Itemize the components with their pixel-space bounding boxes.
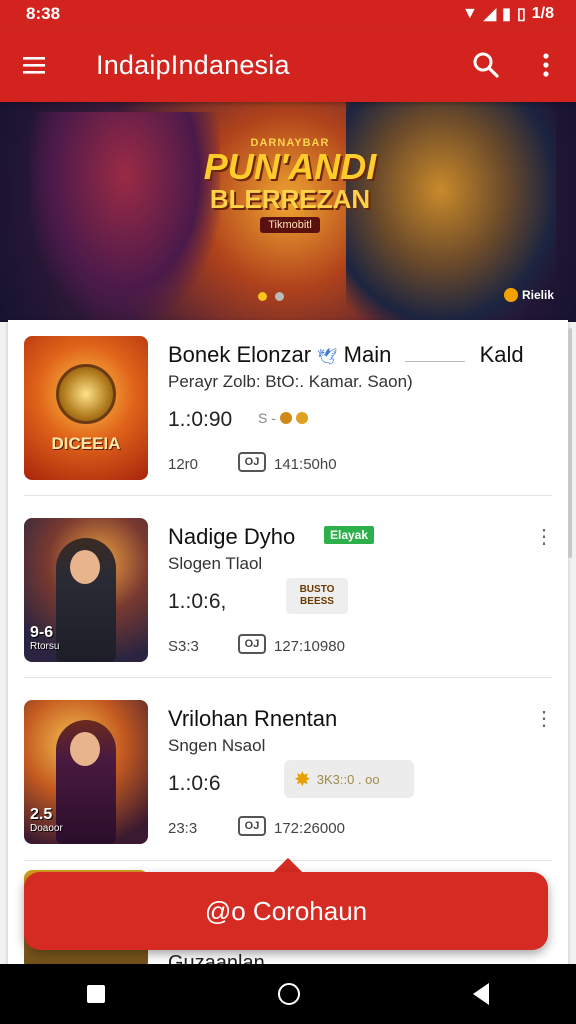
banner-badge-text: Rielik (521, 288, 554, 302)
character-face (70, 732, 100, 766)
thumbnail-corner: 2.5 Doaoor (30, 806, 63, 836)
status-bar: 8:38 ▼ ◢ ▮ ▯ 1/8 (0, 0, 576, 28)
meta-right: 127:10980 (274, 638, 345, 655)
banner-logo-main: PUN'ANDI (203, 146, 377, 187)
character-face (70, 550, 100, 584)
download-icon: OJ (238, 452, 266, 472)
game-name-tail: Kald (479, 342, 524, 367)
list-item[interactable]: DICEEIA Bonek Elonzar 🕊 Main Kald Perayr… (8, 320, 568, 502)
corner-big: 9-6 (30, 624, 54, 641)
home-icon[interactable] (277, 983, 300, 1005)
banner-game-logo: DARNAYBAR PUN'ANDI BLERREZAN Tikmobitl (200, 137, 380, 233)
game-name[interactable]: Vrilohan Rnentan (168, 706, 337, 732)
banner-dot-active[interactable] (258, 292, 267, 301)
name-divider (405, 361, 466, 362)
back-icon[interactable] (473, 983, 490, 1005)
rating-text: 3K3::0 . oo (316, 771, 380, 787)
banner-logo-tag: Tikmobitl (260, 217, 320, 233)
thumbnail-corner: 9-6 Rtorsu (30, 624, 60, 654)
status-icons: ▼ ◢ ▮ ▯ 1/8 (462, 4, 554, 24)
download-icon: OJ (238, 634, 266, 654)
download-icon: OJ (238, 816, 266, 836)
corner-small: Rtorsu (30, 641, 60, 652)
signal-icon: ◢ (483, 6, 497, 23)
app-bar: IndaipIndanesia (0, 28, 576, 102)
meta-left: 23:3 (168, 820, 198, 837)
game-thumbnail[interactable]: 9-6 Rtorsu (24, 518, 148, 662)
system-nav-bar (0, 964, 576, 1024)
meta-right: 141:50h0 (274, 456, 337, 473)
battery-icon: ▯ (516, 6, 526, 23)
game-subtitle: Slogen Tlaol (168, 554, 263, 573)
wifi-icon: ▼ (461, 5, 478, 22)
emblem-icon (56, 364, 116, 424)
badge-icon (503, 288, 518, 302)
battery-text: 1/8 (531, 5, 554, 22)
game-name-extra: Main (343, 342, 392, 367)
more-vert-icon[interactable]: ⋮ (532, 524, 556, 549)
divider (24, 495, 552, 496)
more-vert-icon[interactable] (516, 28, 576, 102)
game-price: 1.:0:90 (168, 408, 233, 431)
app-title: IndaipIndanesia (96, 49, 290, 80)
corner-big: 2.5 (30, 806, 53, 823)
list-item[interactable]: 2.5 Doaoor Vrilohan Rnentan ⋮ Sngen Nsao… (8, 684, 568, 866)
thumbnail-label: DICEEIA (51, 434, 121, 453)
banner-page-indicator (258, 292, 284, 301)
banner-badge: Rielik (503, 288, 554, 302)
scrollbar[interactable] (568, 328, 572, 558)
game-subtitle: Perayr Zolb: BtO:. Kamar. Saon) (168, 372, 413, 391)
game-name[interactable]: Nadige Dyho (168, 524, 295, 550)
promo-banner[interactable]: DARNAYBAR PUN'ANDI BLERREZAN Tikmobitl R… (0, 102, 576, 322)
banner-logo-sub: BLERREZAN (209, 184, 371, 214)
coin-icon (295, 412, 308, 424)
meta-right: 172:26000 (274, 820, 345, 837)
list-item[interactable]: 9-6 Rtorsu Nadige Dyho Elayak ⋮ Slogen T… (8, 502, 568, 684)
game-price: 1.:0:6, (168, 590, 227, 613)
game-thumbnail[interactable]: DICEEIA (24, 336, 148, 480)
game-name-text: Bonek Elonzar (168, 342, 312, 367)
star-icon: ✸ (294, 768, 311, 791)
coin-icon (279, 412, 292, 424)
recents-icon[interactable] (86, 985, 105, 1003)
bird-icon: 🕊 (317, 349, 338, 366)
menu-icon[interactable] (0, 28, 70, 102)
sim-icon: ▮ (502, 6, 511, 23)
corner-small: Doaoor (30, 823, 63, 834)
game-name[interactable]: Bonek Elonzar 🕊 Main Kald (168, 342, 524, 368)
promo-chip: BUSTO BEESS (286, 578, 348, 614)
meta-left: S3:3 (168, 638, 199, 655)
game-price: 1.:0:6 (168, 772, 221, 795)
price-suffix: S - (258, 410, 276, 426)
banner-hero-left (30, 112, 220, 322)
search-icon[interactable] (456, 28, 516, 102)
meta-left: 12r0 (168, 456, 199, 473)
primary-action-button[interactable]: @o Corohaun (24, 872, 548, 950)
status-time: 8:38 (26, 4, 61, 23)
rating-chip: ✸ 3K3::0 . oo (284, 760, 414, 798)
price-extra: S - (258, 410, 308, 426)
game-tag: Elayak (324, 526, 375, 544)
more-vert-icon[interactable]: ⋮ (532, 706, 556, 731)
game-subtitle: Sngen Nsaol (168, 736, 266, 755)
divider (24, 677, 552, 678)
game-thumbnail[interactable]: 2.5 Doaoor (24, 700, 148, 844)
banner-dot[interactable] (275, 292, 284, 301)
